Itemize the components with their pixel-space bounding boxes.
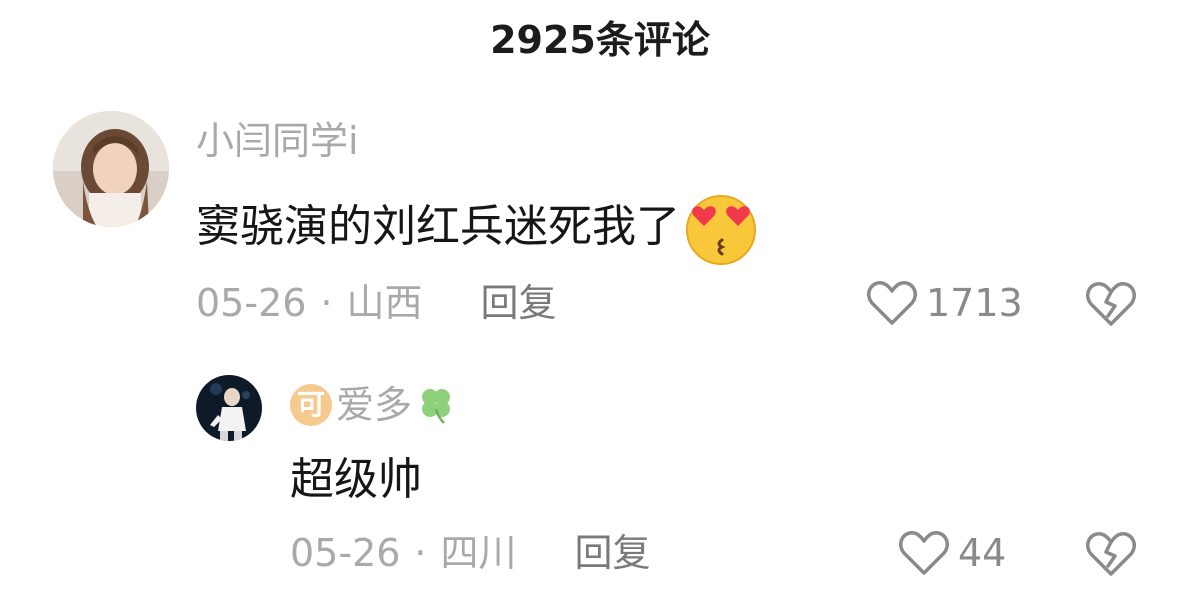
reply-comment-location: 四川: [440, 531, 517, 575]
four-leaf-clover-icon: [422, 389, 451, 424]
reply-like-button[interactable]: 44: [898, 528, 1006, 578]
comments-count-title: 2925条评论: [490, 18, 710, 62]
reply-comment-meta: 05-26 · 四川 回复: [290, 528, 651, 578]
avatar-image: [196, 375, 262, 441]
heart-eyes-kiss-emoji: [686, 195, 756, 265]
reply-comment-body: 超级帅: [290, 454, 422, 505]
comment-location: 山西: [346, 281, 423, 325]
broken-heart-icon[interactable]: [1085, 280, 1137, 328]
meta-separator: ·: [414, 531, 427, 575]
heart-outline-icon: [867, 281, 917, 325]
reply-comment-text: 超级帅: [290, 450, 422, 510]
user-badge: 可: [290, 384, 332, 426]
comment-meta: 05-26 · 山西 回复: [196, 278, 557, 328]
comment-text: 窦骁演的刘红兵迷死我了: [196, 188, 760, 266]
avatar-image: [53, 111, 169, 227]
reply-like-count: 44: [958, 531, 1007, 575]
comment-username[interactable]: 小闫同学i: [196, 116, 359, 166]
broken-heart-icon[interactable]: [1085, 530, 1137, 578]
reply-button[interactable]: 回复: [575, 528, 651, 578]
comment-body: 窦骁演的刘红兵迷死我了: [196, 201, 680, 252]
like-count: 1713: [926, 281, 1023, 325]
reply-username-row: 可 爱多: [290, 380, 456, 430]
comment-date: 05-26: [196, 281, 307, 325]
meta-separator: ·: [320, 281, 333, 325]
like-button[interactable]: 1713: [866, 278, 1023, 328]
reply-user-avatar[interactable]: [196, 375, 262, 441]
heart-outline-icon: [899, 531, 949, 575]
reply-button[interactable]: 回复: [481, 278, 557, 328]
reply-username[interactable]: 爱多: [336, 380, 412, 430]
user-avatar[interactable]: [53, 111, 169, 227]
reply-comment-date: 05-26: [290, 531, 401, 575]
